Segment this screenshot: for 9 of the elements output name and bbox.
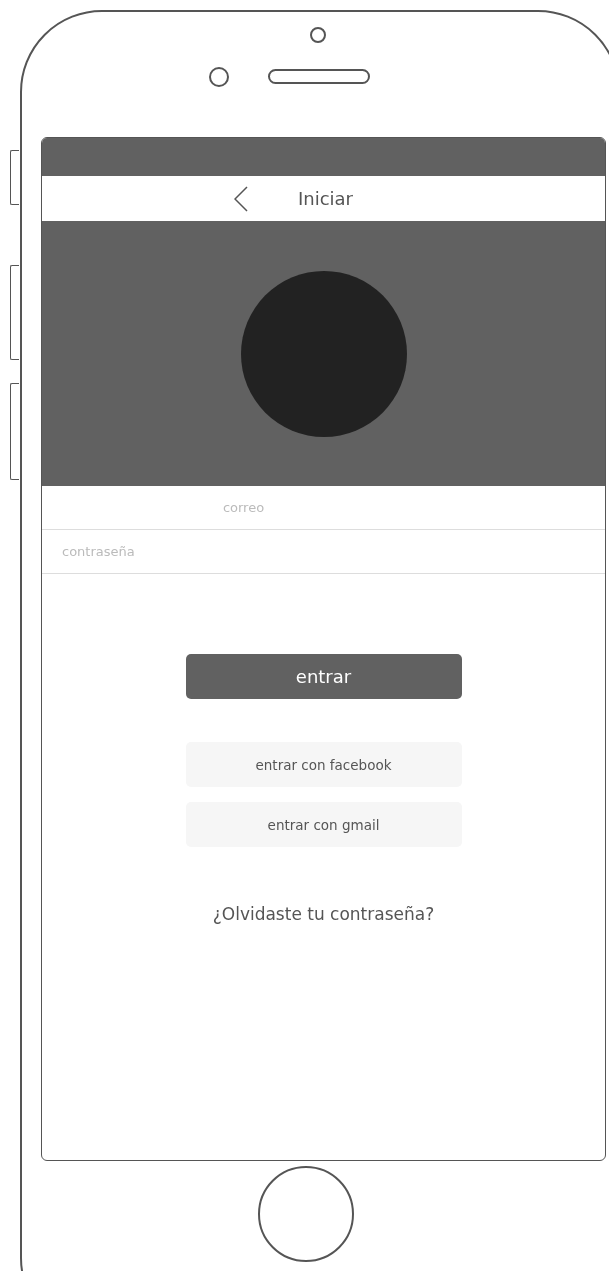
social-login-button[interactable]: entrar con gmail — [185, 802, 462, 847]
speaker-icon — [268, 69, 370, 84]
forgot-password-link[interactable]: ¿Olvidaste tu contraseña? — [212, 904, 435, 924]
login-button[interactable]: entrar — [185, 654, 462, 699]
back-icon[interactable] — [233, 185, 248, 212]
camera-icon — [209, 67, 229, 87]
social-login-button[interactable]: entrar con facebook — [185, 742, 462, 787]
sensor-icon — [310, 27, 326, 43]
screen-title: Iniciar — [297, 188, 353, 209]
